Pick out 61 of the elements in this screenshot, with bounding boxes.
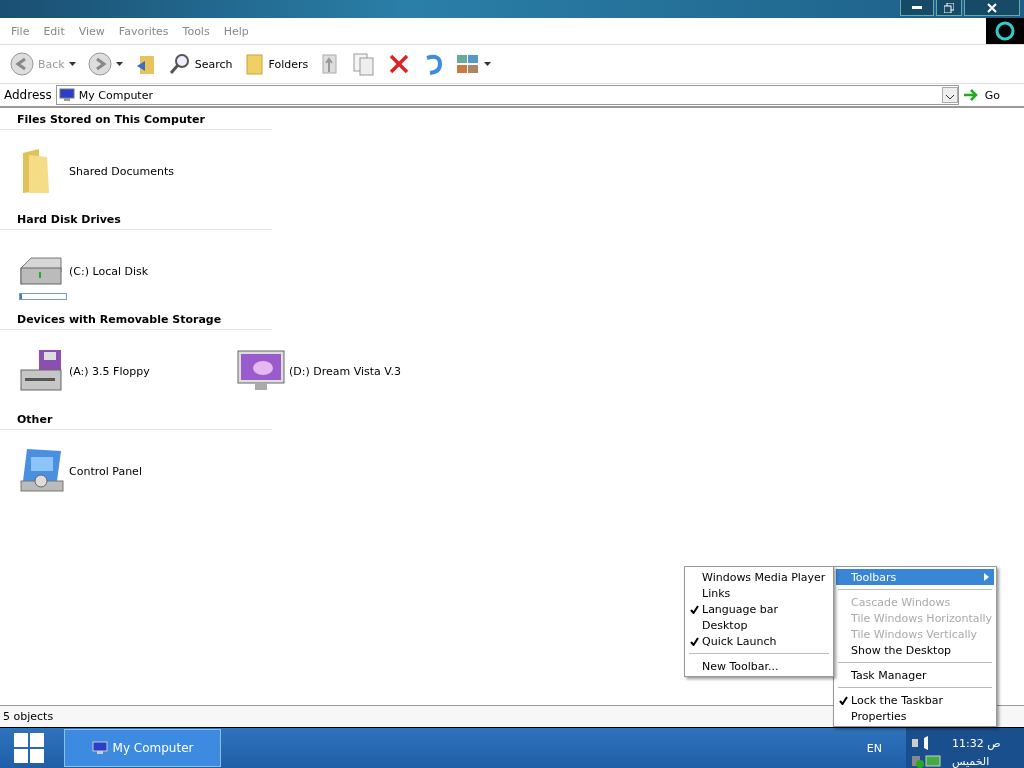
search-button[interactable]: Search (164, 51, 237, 77)
computer-icon (58, 88, 75, 102)
menu-item[interactable]: Language bar (687, 601, 831, 617)
menu-item[interactable]: Toolbars (836, 569, 994, 585)
group-heading: Devices with Removable Storage (0, 312, 272, 330)
menu-item[interactable]: Favorites (111, 24, 176, 38)
windows-logo-icon (14, 733, 44, 763)
close-button[interactable] (964, 0, 1020, 16)
address-field[interactable]: My Computer (55, 85, 959, 105)
clock-time: 11:32 ص (952, 737, 1002, 750)
go-arrow-icon (962, 88, 979, 102)
search-icon (168, 53, 191, 75)
address-label: Address (4, 88, 52, 102)
monitor-icon (237, 350, 285, 392)
clock-day: الخميس (952, 755, 1024, 768)
floppy-drive-icon (17, 348, 65, 394)
checkmark-icon (690, 636, 699, 646)
restore-button[interactable] (936, 0, 962, 16)
folder-icon (244, 52, 265, 76)
ring-icon (994, 20, 1016, 42)
menu-item[interactable]: Lock the Taskbar (836, 692, 994, 708)
minimize-icon (912, 5, 922, 10)
chevron-down-icon (945, 95, 954, 100)
drive-label[interactable]: (D:) Dream Vista V.3 (289, 364, 401, 378)
checkmark-icon (690, 604, 699, 614)
copy-to-icon (352, 52, 377, 76)
menu-item[interactable]: Links (687, 585, 831, 601)
folders-button[interactable]: Folders (240, 50, 313, 78)
hard-drive-icon (17, 254, 65, 288)
group-heading: Files Stored on This Computer (0, 112, 272, 130)
menu-item[interactable]: File (4, 24, 37, 38)
menu-item[interactable]: Desktop (687, 617, 831, 633)
menu-item[interactable]: View (71, 24, 112, 38)
checkmark-icon (839, 695, 848, 705)
menu-item[interactable]: New Toolbar... (687, 658, 831, 674)
drive-label[interactable]: Control Panel (69, 464, 142, 478)
control-panel-icon (17, 447, 65, 495)
minimize-button[interactable] (900, 0, 934, 16)
drive-label[interactable]: (C:) Local Disk (69, 264, 149, 278)
dropdown-button[interactable] (941, 87, 958, 103)
group-heading: Other (0, 412, 272, 430)
menu-item[interactable]: Show the Desktop (836, 642, 994, 658)
menu-item[interactable]: Windows Media Player (687, 569, 831, 585)
group-heading: Hard Disk Drives (0, 212, 272, 230)
views-icon (456, 53, 481, 75)
menu-item[interactable]: Help (216, 24, 256, 38)
drive-label[interactable]: Shared Documents (69, 164, 174, 178)
menu-item[interactable]: Task Manager (836, 667, 994, 683)
network-icon (912, 754, 942, 768)
close-icon (987, 2, 997, 13)
computer-icon (91, 741, 108, 755)
language-indicator[interactable]: EN (866, 741, 882, 755)
delete-icon (388, 53, 411, 75)
menu-item[interactable]: Edit (36, 24, 72, 38)
taskbar-button[interactable]: My Computer (64, 729, 221, 767)
restore-icon (944, 2, 954, 13)
menu-item[interactable]: Quick Launch (687, 633, 831, 649)
menu-item[interactable]: Tools (175, 24, 217, 38)
menu-item[interactable]: Properties (836, 708, 994, 724)
drive-label[interactable]: (A:) 3.5 Floppy (69, 364, 150, 378)
go-button[interactable]: Go (962, 88, 1020, 102)
